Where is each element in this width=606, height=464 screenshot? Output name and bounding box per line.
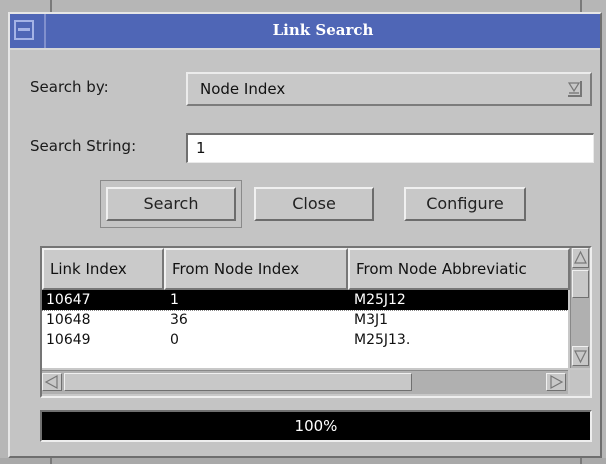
cell-from-node-abbreviation: M3J1: [354, 312, 389, 328]
column-header-link-index[interactable]: Link Index: [42, 248, 164, 290]
progress-text: 100%: [294, 417, 338, 435]
cell-link-index: 10649: [46, 332, 91, 348]
titlebar[interactable]: Link Search: [10, 14, 600, 50]
scroll-corner: [570, 370, 590, 394]
cell-from-node-index: 1: [170, 292, 179, 308]
cell-link-index: 10648: [46, 312, 91, 328]
desktop-edge-bottom: [0, 458, 606, 464]
cell-link-index: 10647: [46, 292, 91, 308]
window-menu-icon[interactable]: [14, 20, 34, 40]
search-string-label: Search String:: [30, 137, 137, 155]
cell-from-node-index: 0: [170, 332, 179, 348]
table-row[interactable]: 10649 0 M25J13.: [42, 330, 568, 350]
cell-from-node-index: 36: [170, 312, 188, 328]
search-string-input[interactable]: 1: [186, 133, 594, 163]
horizontal-scroll-thumb[interactable]: [64, 373, 412, 391]
combo-arrow-icon[interactable]: [568, 81, 582, 97]
desktop-edge: [0, 0, 606, 12]
search-by-value: Node Index: [200, 80, 286, 98]
frame-tick: [50, 458, 52, 464]
scroll-left-icon[interactable]: [42, 373, 62, 391]
frame-tick: [50, 0, 52, 12]
scroll-up-icon[interactable]: [572, 248, 589, 268]
table-body: 10647 1 M25J12 10648 36 M3J1 10649 0 M25…: [42, 290, 568, 368]
scroll-down-icon[interactable]: [572, 346, 589, 366]
configure-button[interactable]: Configure: [404, 187, 526, 221]
cell-from-node-abbreviation: M25J12: [354, 292, 406, 308]
horizontal-scrollbar[interactable]: [42, 370, 568, 394]
results-table: Link Index From Node Index From Node Abb…: [40, 246, 592, 398]
table-row[interactable]: 10648 36 M3J1: [42, 310, 568, 330]
close-button[interactable]: Close: [254, 187, 374, 221]
cell-from-node-abbreviation: M25J13.: [354, 332, 411, 348]
table-row[interactable]: 10647 1 M25J12: [42, 290, 568, 311]
progress-bar: 100%: [40, 410, 592, 442]
vertical-scroll-thumb[interactable]: [572, 270, 589, 298]
window-title: Link Search: [272, 21, 374, 39]
column-header-from-node-index[interactable]: From Node Index: [164, 248, 348, 290]
search-by-combo[interactable]: Node Index: [186, 72, 592, 106]
search-by-label: Search by:: [30, 78, 109, 96]
frame-tick: [580, 458, 582, 464]
frame-tick: [580, 0, 582, 12]
link-search-dialog: Link Search Search by: Node Index Search…: [8, 12, 602, 458]
scroll-right-icon[interactable]: [546, 373, 566, 391]
column-header-from-node-abbreviation[interactable]: From Node Abbreviatic: [348, 248, 570, 290]
search-button[interactable]: Search: [106, 187, 236, 221]
vertical-scrollbar[interactable]: [570, 248, 590, 368]
